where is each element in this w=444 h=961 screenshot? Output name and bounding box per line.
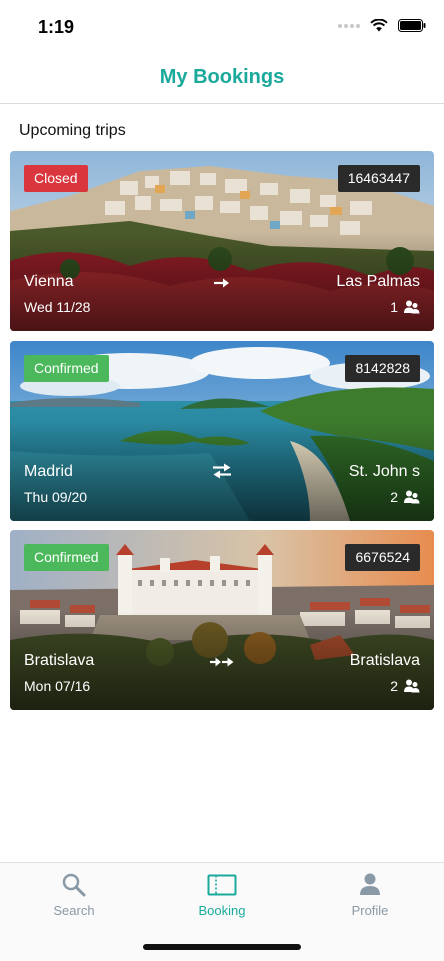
status-icons [338,19,426,32]
section-title: Upcoming trips [19,122,126,139]
trip-date: Wed 11/28 [24,299,91,315]
signal-icon [338,23,360,28]
battery-icon [398,19,426,32]
search-icon [62,873,86,897]
person-icon [360,873,380,895]
tab-booking[interactable]: Booking [162,871,282,918]
status-badge: Confirmed [24,355,109,382]
passengers-icon [404,679,420,693]
origin-city: Madrid [24,463,73,480]
destination-city: Bratislava [349,652,420,669]
passenger-count: 2 [390,489,420,505]
wifi-icon [370,19,388,32]
booking-card[interactable]: Confirmed 8142828 Madrid St. John s Thu … [10,341,434,521]
ticket-icon [207,874,237,896]
page-title: My Bookings [159,66,285,88]
nav-bar: My Bookings [0,54,444,104]
tab-profile[interactable]: Profile [310,871,430,918]
booking-id: 6676524 [345,544,420,571]
passengers-icon [404,490,420,504]
status-bar: 1:19 [0,0,444,54]
passenger-count-value: 2 [390,489,398,505]
tab-label: Search [53,903,95,918]
status-time: 1:19 [38,17,75,37]
trip-date: Thu 09/20 [24,489,88,505]
tab-label: Booking [198,903,246,918]
home-indicator [143,944,301,950]
passengers-icon [404,300,420,314]
round-trip-arrows-icon [213,463,231,479]
destination-city: St. John s [348,463,420,480]
destination-city: Las Palmas [336,273,420,290]
passenger-count: 2 [390,678,420,694]
booking-card[interactable]: Confirmed 6676524 Bratislava Bratislava … [10,530,434,710]
booking-card[interactable]: Closed 16463447 Vienna Las Palmas Wed 11… [10,151,434,331]
origin-city: Vienna [24,273,74,290]
origin-city: Bratislava [24,652,95,669]
status-badge: Closed [24,165,88,192]
passenger-count-value: 2 [390,678,398,694]
one-way-arrow-icon [214,278,229,288]
booking-id: 16463447 [337,165,420,192]
passenger-count: 1 [390,299,420,315]
tab-label: Profile [351,903,389,918]
booking-id: 8142828 [345,355,420,382]
trip-date: Mon 07/16 [24,678,91,694]
status-badge: Confirmed [24,544,109,571]
tab-search[interactable]: Search [14,871,134,918]
multi-city-arrows-icon [210,657,234,667]
passenger-count-value: 1 [390,299,398,315]
